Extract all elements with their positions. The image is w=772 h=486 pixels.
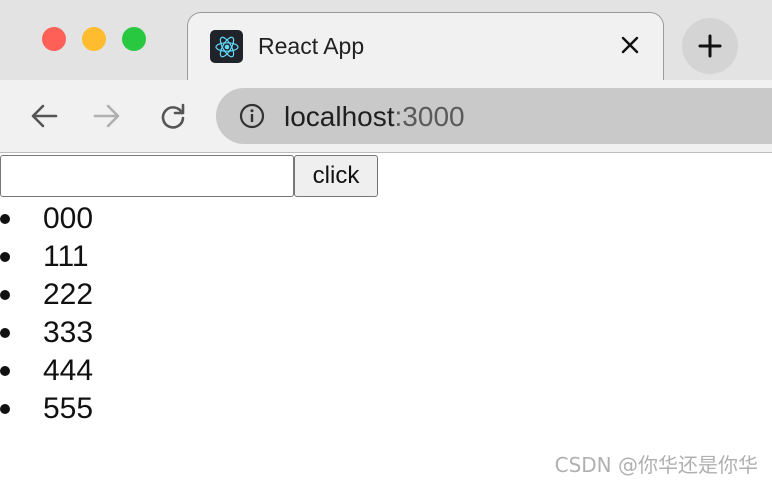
maximize-window-button[interactable] bbox=[122, 27, 146, 51]
tab-close-icon[interactable] bbox=[615, 27, 645, 63]
close-window-button[interactable] bbox=[42, 27, 66, 51]
tab-strip: React App bbox=[0, 0, 772, 80]
bullet bbox=[0, 328, 10, 338]
list-item-text: 333 bbox=[43, 316, 94, 349]
info-icon[interactable] bbox=[238, 102, 266, 130]
browser-toolbar: localhost:3000 bbox=[0, 80, 772, 153]
tab-react-app[interactable]: React App bbox=[187, 12, 664, 80]
bullet bbox=[0, 214, 10, 224]
list-item-text: 444 bbox=[43, 354, 94, 387]
forward-button[interactable] bbox=[89, 98, 125, 134]
bullet bbox=[0, 290, 10, 300]
bullet bbox=[0, 252, 10, 262]
minimize-window-button[interactable] bbox=[82, 27, 106, 51]
bullet bbox=[0, 404, 10, 414]
arrow-right-icon bbox=[93, 104, 120, 128]
address-host: localhost bbox=[284, 101, 395, 132]
address-bar[interactable]: localhost:3000 bbox=[216, 88, 772, 144]
bullet bbox=[0, 366, 10, 376]
back-button[interactable] bbox=[26, 98, 62, 134]
reload-button[interactable] bbox=[155, 98, 191, 134]
list-item-text: 555 bbox=[43, 392, 94, 425]
page-content: click 000 111 222 333 444 555 CSDN @你华还是… bbox=[0, 153, 772, 486]
browser-window: React App localhost:3000 click 000 111 2… bbox=[0, 0, 772, 486]
list-item-text: 222 bbox=[43, 278, 94, 311]
address-port: :3000 bbox=[394, 101, 465, 132]
plus-icon bbox=[698, 34, 722, 58]
address-text: localhost:3000 bbox=[284, 101, 465, 133]
list-item-text: 000 bbox=[43, 202, 94, 235]
new-tab-button[interactable] bbox=[682, 18, 738, 74]
arrow-left-icon bbox=[31, 104, 58, 128]
watermark: CSDN @你华还是你华 bbox=[554, 453, 758, 477]
list-item-text: 111 bbox=[43, 240, 89, 273]
text-input[interactable] bbox=[0, 155, 294, 197]
click-button[interactable]: click bbox=[294, 155, 378, 197]
reload-icon bbox=[161, 103, 185, 129]
react-logo-icon bbox=[210, 30, 243, 63]
tab-title: React App bbox=[258, 33, 365, 59]
